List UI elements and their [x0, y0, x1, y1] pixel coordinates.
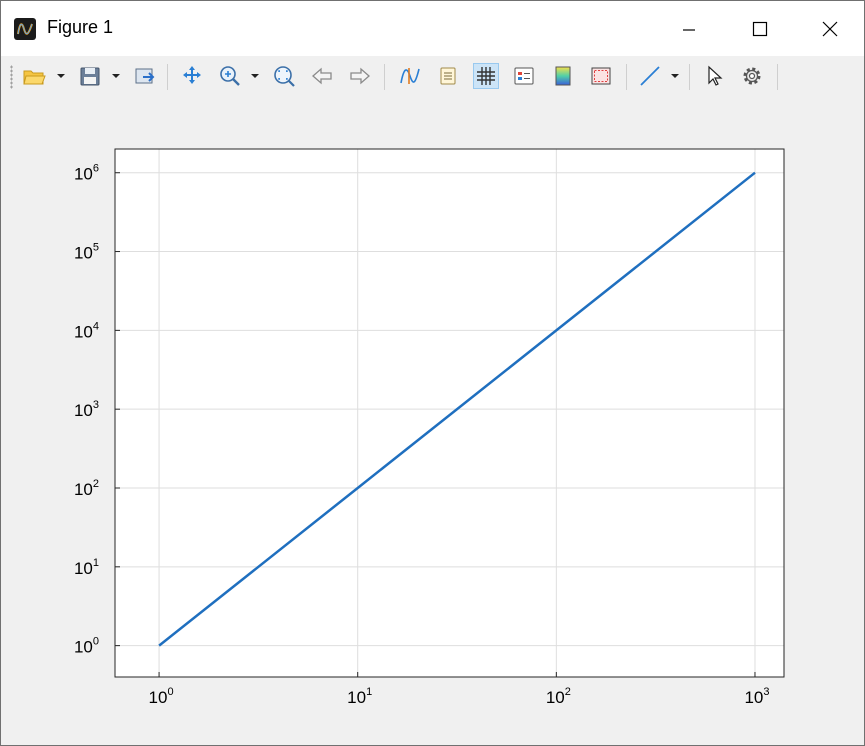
chevron-down-icon — [57, 74, 65, 78]
export-button[interactable] — [132, 63, 158, 89]
back-button[interactable] — [309, 63, 335, 89]
x-tick-label: 101 — [347, 686, 372, 707]
zoom-fit-icon — [274, 66, 295, 87]
close-icon — [822, 21, 838, 37]
x-tick-label: 100 — [149, 686, 174, 707]
text-annotation-button[interactable] — [435, 63, 461, 89]
save-button[interactable] — [77, 63, 103, 89]
line-style-dropdown[interactable] — [669, 63, 681, 89]
colorbar-button[interactable] — [550, 63, 576, 89]
select-button[interactable] — [701, 63, 727, 89]
maximize-button[interactable] — [740, 13, 780, 45]
y-tick-label: 102 — [74, 478, 99, 499]
select-pointer-icon — [708, 65, 723, 86]
chevron-down-icon — [671, 74, 679, 78]
pan-icon — [183, 66, 201, 84]
open-button[interactable] — [21, 63, 47, 89]
toolbar-separator — [777, 64, 778, 90]
toolbar-separator — [689, 64, 690, 90]
colorbar-icon — [555, 66, 571, 86]
grid-toggle-button[interactable] — [473, 63, 499, 89]
y-tick-label: 101 — [74, 557, 99, 578]
x-tick-label: 103 — [744, 686, 769, 707]
toolbar-separator — [384, 64, 385, 90]
log-log-chart[interactable]: 100 101 102 103 100 101 102 103 104 105 106 — [3, 97, 863, 745]
y-tick-label: 100 — [74, 636, 99, 657]
zoom-in-button[interactable] — [217, 63, 243, 89]
figure-window: Figure 1 100 101 102 103 100 101 102 103… — [0, 0, 865, 746]
legend-button[interactable] — [511, 63, 537, 89]
maximize-icon — [752, 21, 768, 37]
chevron-down-icon — [112, 74, 120, 78]
zoom-fit-button[interactable] — [271, 63, 297, 89]
y-tick-label: 103 — [74, 399, 99, 420]
box-icon — [591, 67, 611, 85]
chevron-down-icon — [251, 74, 259, 78]
text-annotation-icon — [440, 67, 456, 85]
close-button[interactable] — [810, 13, 850, 45]
y-tick-label: 104 — [74, 320, 99, 341]
toolbar-grip[interactable] — [10, 65, 13, 89]
back-arrow-icon — [312, 67, 332, 85]
line-style-icon — [640, 66, 660, 86]
figure-toolbar — [1, 56, 864, 96]
save-dropdown[interactable] — [110, 63, 122, 89]
export-figure-icon — [135, 68, 155, 84]
data-cursor-button[interactable] — [397, 63, 423, 89]
box-button[interactable] — [588, 63, 614, 89]
y-tick-label: 106 — [74, 163, 99, 184]
zoom-in-icon — [220, 66, 240, 86]
x-tick-label: 102 — [546, 686, 571, 707]
settings-button[interactable] — [739, 63, 765, 89]
legend-icon — [514, 67, 534, 85]
grid-toggle-icon — [477, 67, 495, 85]
minimize-icon — [683, 29, 695, 31]
forward-button[interactable] — [347, 63, 373, 89]
open-dropdown[interactable] — [55, 63, 67, 89]
line-style-button[interactable] — [637, 63, 663, 89]
toolbar-separator — [626, 64, 627, 90]
save-disk-icon — [80, 67, 100, 86]
toolbar-separator — [167, 64, 168, 90]
window-title: Figure 1 — [47, 17, 114, 37]
minimize-button[interactable] — [669, 13, 709, 45]
settings-gear-icon — [743, 67, 761, 85]
zoom-dropdown[interactable] — [249, 63, 261, 89]
figure-app-icon — [14, 18, 36, 40]
title-bar[interactable]: Figure 1 — [1, 1, 864, 56]
figure-canvas: 100 101 102 103 100 101 102 103 104 105 106 — [3, 97, 863, 745]
data-cursor-icon — [400, 68, 420, 84]
forward-arrow-icon — [350, 67, 370, 85]
open-folder-icon — [23, 70, 46, 85]
y-tick-label: 105 — [74, 242, 99, 263]
pan-button[interactable] — [179, 63, 205, 89]
